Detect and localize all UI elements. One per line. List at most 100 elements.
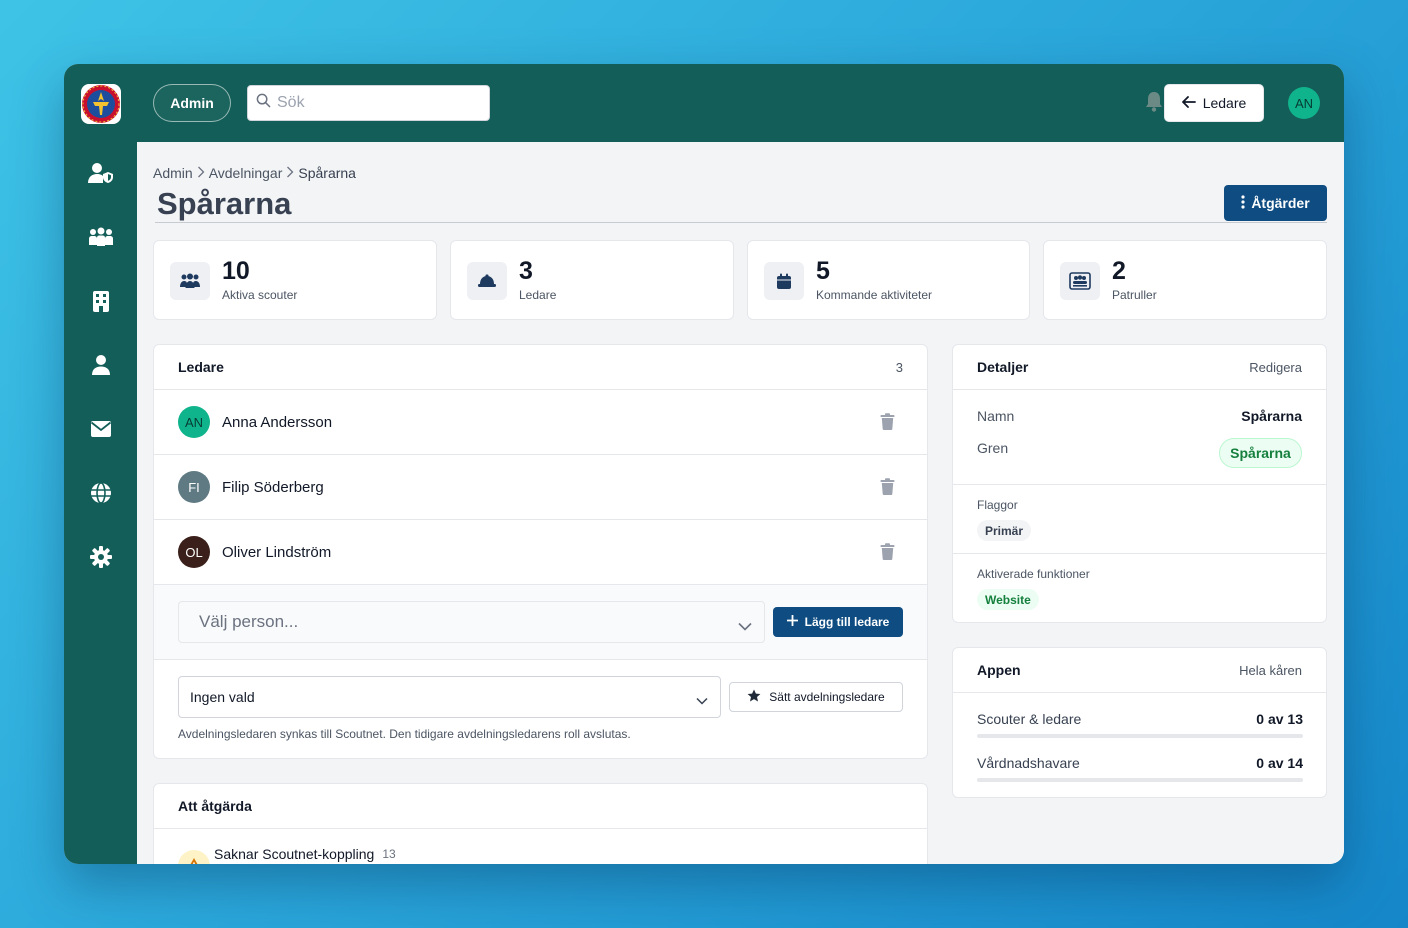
breadcrumb-current: Spårarna	[298, 165, 356, 181]
stat-card-upcoming-activities[interactable]: 5 Kommande aktiviteter	[747, 240, 1030, 320]
breadcrumb-admin[interactable]: Admin	[153, 165, 193, 181]
actions-button[interactable]: Åtgärder	[1224, 185, 1327, 221]
chevron-right-icon	[197, 166, 205, 181]
detail-name-key: Namn	[977, 408, 1015, 424]
leaders-card-title: Ledare	[178, 359, 224, 375]
stat-card-active-scouts[interactable]: 10 Aktiva scouter	[153, 240, 437, 320]
user-icon	[91, 354, 111, 381]
star-icon	[747, 689, 761, 705]
bell-icon[interactable]	[1144, 91, 1166, 115]
stat-label: Patruller	[1112, 288, 1157, 302]
flag-chip: Primär	[977, 520, 1032, 541]
warning-icon	[178, 850, 210, 864]
stat-card-leaders[interactable]: 3 Ledare	[450, 240, 734, 320]
leader-name[interactable]: Anna Andersson	[222, 414, 332, 431]
edit-link[interactable]: Redigera	[1249, 360, 1302, 375]
hardhat-icon	[467, 262, 507, 300]
app-card: Appen Hela kåren Scouter & ledare 0 av 1…	[952, 647, 1327, 798]
title-divider	[155, 222, 1327, 223]
chevron-down-icon	[696, 692, 708, 708]
app-card-title: Appen	[977, 662, 1021, 678]
arrow-left-icon	[1181, 95, 1196, 111]
details-card-header: Detaljer Redigera	[953, 345, 1326, 390]
app-stat-label: Vårdnadshavare	[977, 755, 1080, 771]
main-content: Admin Avdelningar Spårarna Spårarna Åtgä…	[137, 142, 1344, 864]
avatar: OL	[178, 536, 210, 568]
search-box[interactable]	[247, 85, 490, 121]
sidebar	[64, 142, 137, 864]
calendar-icon	[764, 262, 804, 300]
scope-link[interactable]: Hela kåren	[1239, 663, 1302, 678]
details-card-title: Detaljer	[977, 359, 1029, 375]
back-to-leader-button[interactable]: Ledare	[1164, 84, 1264, 122]
patrol-group-icon	[1060, 262, 1100, 300]
chevron-right-icon	[286, 166, 294, 181]
sidebar-item-user-shield[interactable]	[88, 162, 114, 188]
sidebar-item-groups[interactable]	[88, 226, 114, 252]
app-stat-row: Scouter & ledare 0 av 13	[977, 711, 1303, 727]
envelope-icon	[90, 420, 112, 443]
section-leader-value: Ingen vald	[190, 689, 255, 705]
top-bar: Admin Ledare AN	[64, 64, 1344, 142]
globe-icon	[90, 481, 112, 509]
todo-card-header: Att åtgärda	[154, 784, 927, 829]
flags-label: Flaggor	[977, 498, 1018, 512]
breadcrumb-sections[interactable]: Avdelningar	[209, 165, 283, 181]
stat-value: 3	[519, 257, 533, 285]
person-select-placeholder: Välj person...	[199, 612, 299, 631]
trash-icon[interactable]	[880, 543, 896, 561]
sync-note: Avdelningsledaren synkas till Scoutnet. …	[178, 727, 631, 741]
stat-card-patrols[interactable]: 2 Patruller	[1043, 240, 1327, 320]
feature-chip: Website	[977, 589, 1039, 610]
todo-item-label: Saknar Scoutnet-koppling	[214, 846, 375, 862]
plus-icon	[786, 614, 799, 629]
leader-name[interactable]: Oliver Lindström	[222, 544, 331, 561]
people-icon	[170, 262, 210, 300]
user-avatar[interactable]: AN	[1288, 87, 1320, 119]
leader-row[interactable]: FI Filip Söderberg	[154, 455, 927, 520]
leader-row[interactable]: AN Anna Andersson	[154, 390, 927, 455]
set-section-leader-button[interactable]: Sätt avdelningsledare	[729, 682, 903, 712]
admin-mode-label: Admin	[170, 95, 214, 111]
sidebar-item-building[interactable]	[88, 290, 114, 316]
person-select[interactable]: Välj person...	[178, 601, 765, 643]
leader-row[interactable]: OL Oliver Lindström	[154, 520, 927, 585]
add-leader-button[interactable]: Lägg till ledare	[773, 607, 903, 637]
app-stat-label: Scouter & ledare	[977, 711, 1082, 727]
stat-label: Kommande aktiviteter	[816, 288, 933, 302]
todo-item[interactable]: Saknar Scoutnet-koppling 13	[178, 846, 396, 864]
chevron-down-icon	[738, 616, 752, 636]
detail-branch-key: Gren	[977, 440, 1009, 456]
sidebar-item-user[interactable]	[88, 354, 114, 380]
vertical-dots-icon	[1241, 194, 1245, 212]
search-input[interactable]	[277, 94, 477, 112]
people-group-icon	[88, 227, 114, 252]
avatar: AN	[178, 406, 210, 438]
building-icon	[92, 290, 110, 317]
page-title: Spårarna	[157, 186, 292, 221]
branch-badge: Spårarna	[1219, 438, 1302, 468]
progress-bar	[977, 778, 1303, 782]
sidebar-item-mail[interactable]	[88, 418, 114, 444]
stat-value: 5	[816, 257, 830, 285]
gear-icon	[90, 545, 112, 573]
user-shield-icon	[88, 162, 114, 189]
breadcrumb: Admin Avdelningar Spårarna	[153, 165, 356, 181]
app-stat-value: 0 av 13	[1256, 711, 1303, 727]
organization-logo[interactable]	[81, 84, 121, 124]
trash-icon[interactable]	[880, 478, 896, 496]
sidebar-item-website[interactable]	[88, 481, 114, 509]
stat-label: Ledare	[519, 288, 557, 302]
leaders-card-header: Ledare 3	[154, 345, 927, 390]
actions-button-label: Åtgärder	[1251, 195, 1310, 211]
todo-item-count: 13	[382, 847, 396, 861]
admin-mode-button[interactable]: Admin	[153, 84, 231, 122]
stat-label: Aktiva scouter	[222, 288, 298, 302]
stat-value: 2	[1112, 257, 1126, 285]
section-leader-select[interactable]: Ingen vald	[178, 676, 721, 718]
leader-name[interactable]: Filip Söderberg	[222, 479, 324, 496]
trash-icon[interactable]	[880, 413, 896, 431]
stat-value: 10	[222, 257, 250, 285]
detail-name-row: Namn Spårarna	[977, 408, 1302, 424]
sidebar-item-settings[interactable]	[88, 545, 114, 573]
